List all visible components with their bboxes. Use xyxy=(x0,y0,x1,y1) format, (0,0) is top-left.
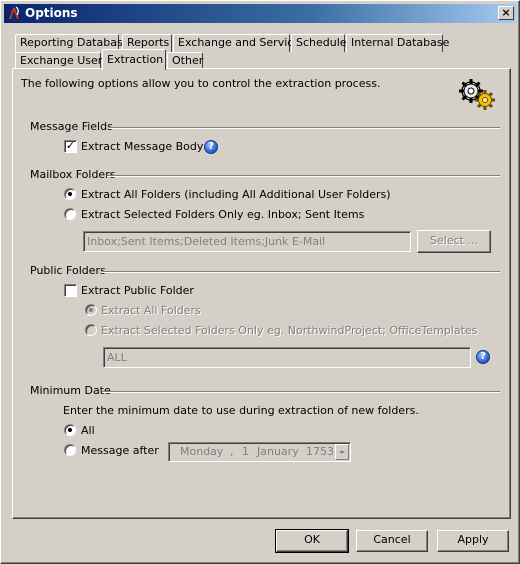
message-after-radio[interactable] xyxy=(64,444,76,456)
tab-extraction[interactable]: Extraction xyxy=(102,49,166,70)
tab-label: Other xyxy=(172,54,204,67)
message-after-label[interactable]: Message after xyxy=(81,444,159,457)
close-icon: × xyxy=(501,6,511,19)
group-divider xyxy=(102,391,500,393)
title-bar[interactable]: Options × xyxy=(4,4,516,23)
tab-label: Internal Database xyxy=(351,36,450,49)
public-selected-folders-label[interactable]: Extract Selected Folders Only eg. Northw… xyxy=(101,324,477,337)
tab-exchange-and-service[interactable]: Exchange and Service xyxy=(173,34,300,52)
tab-label: Schedule xyxy=(296,36,347,49)
public-folders-input[interactable]: ALL xyxy=(103,347,471,368)
extract-body-checkbox[interactable]: ✓ xyxy=(64,140,77,153)
date-weekday: Monday xyxy=(180,445,224,458)
tab-schedule[interactable]: Schedule xyxy=(291,34,347,52)
all-folders-radio[interactable] xyxy=(64,188,76,200)
chevron-down-icon[interactable] xyxy=(335,444,349,460)
checkmark-icon: ✓ xyxy=(65,139,76,152)
select-folders-button[interactable]: Select ... xyxy=(417,230,491,253)
mailbox-folders-heading: Mailbox Folders xyxy=(30,168,116,181)
help-glyph: ? xyxy=(480,351,486,362)
all-folders-label[interactable]: Extract All Folders (including All Addit… xyxy=(81,188,391,201)
public-all-folders-label[interactable]: Extract All Folders xyxy=(101,304,201,317)
public-all-folders-radio[interactable] xyxy=(85,304,97,316)
date-all-radio[interactable] xyxy=(64,424,76,436)
close-button[interactable]: × xyxy=(498,6,514,20)
extract-public-label[interactable]: Extract Public Folder xyxy=(81,284,194,297)
group-divider xyxy=(107,175,500,177)
tab-label: Exchange and Service xyxy=(178,36,301,49)
date-month: January xyxy=(257,445,299,458)
message-fields-heading: Message Fields xyxy=(30,120,113,133)
window-title: Options xyxy=(25,6,78,20)
extract-public-checkbox[interactable] xyxy=(64,284,77,297)
tab-label: Exchange Users xyxy=(20,54,109,67)
tab-internal-database[interactable]: Internal Database xyxy=(346,34,449,52)
extract-body-label[interactable]: Extract Message Body xyxy=(81,140,203,153)
help-icon[interactable]: ? xyxy=(204,140,218,154)
selected-folders-radio[interactable] xyxy=(64,208,76,220)
minimum-date-heading: Minimum Date xyxy=(30,384,111,397)
date-all-label[interactable]: All xyxy=(81,424,95,437)
help-icon[interactable]: ? xyxy=(476,350,490,364)
cancel-button[interactable]: Cancel xyxy=(356,530,428,552)
intro-text: The following options allow you to contr… xyxy=(21,77,381,90)
date-day: 1 xyxy=(242,445,249,458)
date-separator: , xyxy=(230,445,234,458)
app-logo-icon xyxy=(9,6,19,19)
public-folders-heading: Public Folders xyxy=(30,264,106,277)
tab-label: Extraction xyxy=(107,53,164,66)
date-year: 1753 xyxy=(306,445,334,458)
minimum-date-picker[interactable]: Monday , 1 January 1753 xyxy=(168,442,351,462)
options-dialog: Options × Reporting Database Reports Exc… xyxy=(0,0,520,564)
minimum-date-instruction: Enter the minimum date to use during ext… xyxy=(63,404,419,417)
public-selected-folders-radio[interactable] xyxy=(85,324,97,336)
gears-icon xyxy=(459,79,495,110)
selected-folders-label[interactable]: Extract Selected Folders Only eg. Inbox;… xyxy=(81,208,364,221)
ok-button[interactable]: OK xyxy=(275,529,349,553)
group-divider xyxy=(109,127,500,129)
mailbox-folders-input[interactable]: Inbox;Sent Items;Deleted Items;Junk E-Ma… xyxy=(83,231,411,252)
tab-label: Reporting Database xyxy=(20,36,130,49)
help-glyph: ? xyxy=(208,141,214,152)
group-divider xyxy=(102,271,500,273)
tab-label: Reports xyxy=(127,36,170,49)
apply-button[interactable]: Apply xyxy=(437,530,509,552)
